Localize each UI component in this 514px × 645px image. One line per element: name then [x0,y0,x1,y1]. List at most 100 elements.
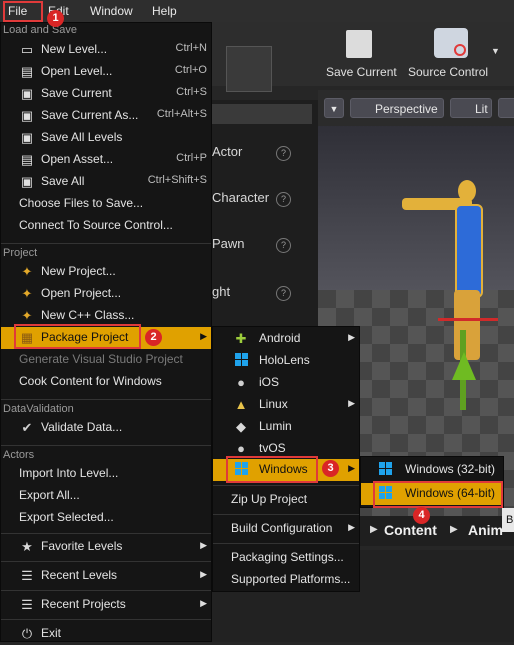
save-all-shortcut: Ctrl+Shift+S [147,174,207,186]
apple-icon: ● [237,441,245,456]
save-current-icon[interactable] [346,30,372,58]
menu-item-open-project[interactable]: ✦ Open Project... [1,283,211,305]
tooltip-fragment: B [502,508,514,532]
settings-thumbnail-icon[interactable] [226,46,272,92]
packaging-settings-label: Packaging Settings... [231,550,344,564]
import-into-level-label: Import Into Level... [19,466,119,480]
help-icon[interactable]: ? [276,146,291,161]
menu-item-save-current[interactable]: ▣ Save Current Ctrl+S [1,83,211,105]
open-asset-icon: ▤ [20,152,34,167]
lit-button[interactable]: Lit [450,98,492,118]
place-character-row[interactable]: Character [212,190,269,205]
supported-platforms-item[interactable]: Supported Platforms... [213,569,359,591]
mannequin-legs [454,290,480,360]
annotation-badge-1: 1 [47,10,64,27]
build-configuration-item[interactable]: Build Configuration ▶ [213,518,359,540]
validate-data-label: Validate Data... [41,420,123,434]
platform-hololens[interactable]: HoloLens [213,350,359,372]
menu-help[interactable]: Help [152,4,177,18]
save-current-as-shortcut: Ctrl+Alt+S [156,108,207,120]
search-box[interactable] [212,104,312,124]
cook-content-label: Cook Content for Windows [19,374,162,388]
annotation-box-64bit [373,481,503,508]
menu-item-save-current-as[interactable]: ▣ Save Current As... Ctrl+Alt+S [1,105,211,127]
toolbar-dropdown-icon[interactable]: ▼ [491,46,500,56]
windows-32bit-item[interactable]: Windows (32-bit) [361,459,503,481]
place-actor-row[interactable]: Actor [212,144,242,159]
windows-32bit-label: Windows (32-bit) [405,462,496,476]
perspective-label: Perspective [375,102,438,116]
new-cpp-class-icon: ✦ [21,308,33,323]
save-all-levels-icon: ▣ [20,130,34,145]
save-all-levels-label: Save All Levels [41,130,123,144]
save-current-shortcut: Ctrl+S [176,86,207,98]
zip-up-project-label: Zip Up Project [231,492,308,506]
menu-item-save-all[interactable]: ▣ Save All Ctrl+Shift+S [1,171,211,193]
annotation-box-file [3,1,43,22]
packaging-settings-item[interactable]: Packaging Settings... [213,547,359,569]
menu-window[interactable]: Window [90,4,133,18]
save-current-label[interactable]: Save Current [326,65,397,79]
platform-ios[interactable]: ● iOS [213,372,359,394]
validate-data-icon: ✔ [21,420,33,435]
breadcrumb-arrow-icon: ▶ [370,524,378,535]
menu-item-connect-source-control[interactable]: Connect To Source Control... [1,215,211,237]
place-pawn-row[interactable]: Pawn [212,236,245,251]
open-asset-label: Open Asset... [41,152,114,166]
menu-item-import-into-level[interactable]: Import Into Level... [1,463,211,485]
save-as-icon: ▣ [20,108,34,123]
exit-icon: ⏻ [21,626,33,641]
windows-icon [233,353,249,369]
menu-item-open-level[interactable]: ▤ Open Level... Ctrl+O [1,61,211,83]
section-data-validation: DataValidation [3,403,74,415]
choose-files-label: Choose Files to Save... [19,196,144,210]
platform-lumin[interactable]: ◆ Lumin [213,416,359,438]
gizmo-cone [452,352,476,380]
platform-linux[interactable]: ▲ Linux ▶ [213,394,359,416]
zip-up-project-item[interactable]: Zip Up Project [213,489,359,511]
platform-android[interactable]: ✚ Android ▶ [213,328,359,350]
new-project-icon: ✦ [21,264,33,279]
show-flags-icon[interactable] [498,98,514,118]
help-icon[interactable]: ? [276,286,291,301]
open-level-icon: ▤ [20,64,34,79]
menu-item-open-asset[interactable]: ▤ Open Asset... Ctrl+P [1,149,211,171]
menu-item-choose-files[interactable]: Choose Files to Save... [1,193,211,215]
source-control-label[interactable]: Source Control [408,65,488,79]
menu-separator [213,543,359,544]
open-level-label: Open Level... [41,64,113,78]
platform-android-label: Android [259,331,301,345]
breadcrumb-anim[interactable]: Anim [468,522,503,538]
menu-item-validate-data[interactable]: ✔ Validate Data... [1,417,211,439]
recent-projects-icon: ☰ [21,597,33,612]
menu-separator [1,399,211,400]
breadcrumb-content[interactable]: Content [384,522,437,538]
menu-item-recent-levels[interactable]: ☰ Recent Levels ▶ [1,565,211,587]
menu-separator [1,590,211,591]
export-selected-label: Export Selected... [19,510,114,524]
supported-platforms-label: Supported Platforms... [231,572,351,586]
viewport-options-icon[interactable]: ▼ [324,98,344,118]
help-icon[interactable]: ? [276,238,291,253]
apple-icon: ● [237,375,245,390]
help-icon[interactable]: ? [276,192,291,207]
menu-separator [1,533,211,534]
platform-linux-label: Linux [259,397,288,411]
build-configuration-label: Build Configuration [231,521,333,535]
menu-item-recent-projects[interactable]: ☰ Recent Projects ▶ [1,594,211,616]
menu-item-save-all-levels[interactable]: ▣ Save All Levels [1,127,211,149]
menu-item-export-selected[interactable]: Export Selected... [1,507,211,529]
submenu-arrow-icon: ▶ [348,332,355,342]
menu-item-cook-content[interactable]: Cook Content for Windows [1,371,211,393]
menu-item-favorite-levels[interactable]: ★ Favorite Levels ▶ [1,536,211,558]
menu-item-new-project[interactable]: ✦ New Project... [1,261,211,283]
source-control-blocked-icon [454,44,466,56]
perspective-button[interactable]: Perspective [350,98,444,118]
place-light-row[interactable]: ght [212,284,230,299]
menu-separator [1,243,211,244]
recent-levels-label: Recent Levels [41,568,118,582]
menu-item-export-all[interactable]: Export All... [1,485,211,507]
export-all-label: Export All... [19,488,80,502]
menu-item-new-level[interactable]: ▭ New Level... Ctrl+N [1,39,211,61]
tooltip-text: B [506,514,514,526]
